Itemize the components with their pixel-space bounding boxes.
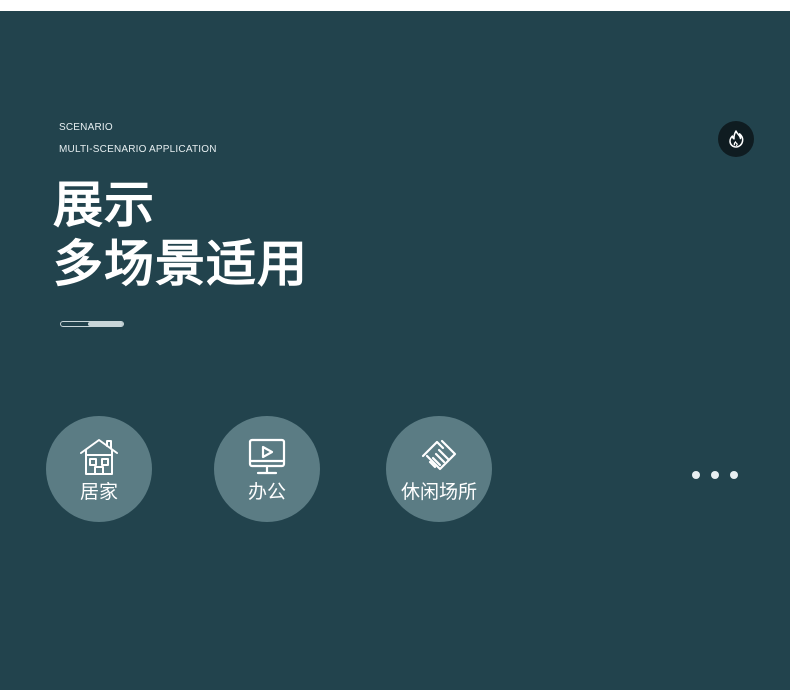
monitor-play-icon bbox=[248, 438, 286, 475]
scene-home[interactable]: 居家 bbox=[46, 416, 152, 522]
scene-office[interactable]: 办公 bbox=[214, 416, 320, 522]
page-title-line2: 多场景适用 bbox=[53, 235, 308, 293]
flame-badge[interactable] bbox=[718, 121, 754, 157]
page-title-line1: 展示 bbox=[53, 176, 155, 234]
more-dots-icon[interactable] bbox=[690, 470, 742, 480]
page: SCENARIO MULTI-SCENARIO APPLICATION 展示 多… bbox=[0, 0, 790, 690]
scenario-panel bbox=[0, 11, 790, 690]
scene-office-label: 办公 bbox=[247, 481, 286, 503]
scene-leisure[interactable]: 休闲场所 bbox=[386, 416, 492, 522]
flame-icon bbox=[729, 130, 744, 148]
handshake-icon bbox=[421, 439, 457, 471]
eyebrow-scenario: SCENARIO bbox=[59, 122, 113, 133]
scene-leisure-label: 休闲场所 bbox=[400, 481, 477, 503]
scene-home-label: 居家 bbox=[79, 481, 118, 503]
progress-divider bbox=[60, 321, 124, 327]
house-icon bbox=[80, 439, 118, 475]
eyebrow-subtitle: MULTI-SCENARIO APPLICATION bbox=[59, 144, 217, 155]
